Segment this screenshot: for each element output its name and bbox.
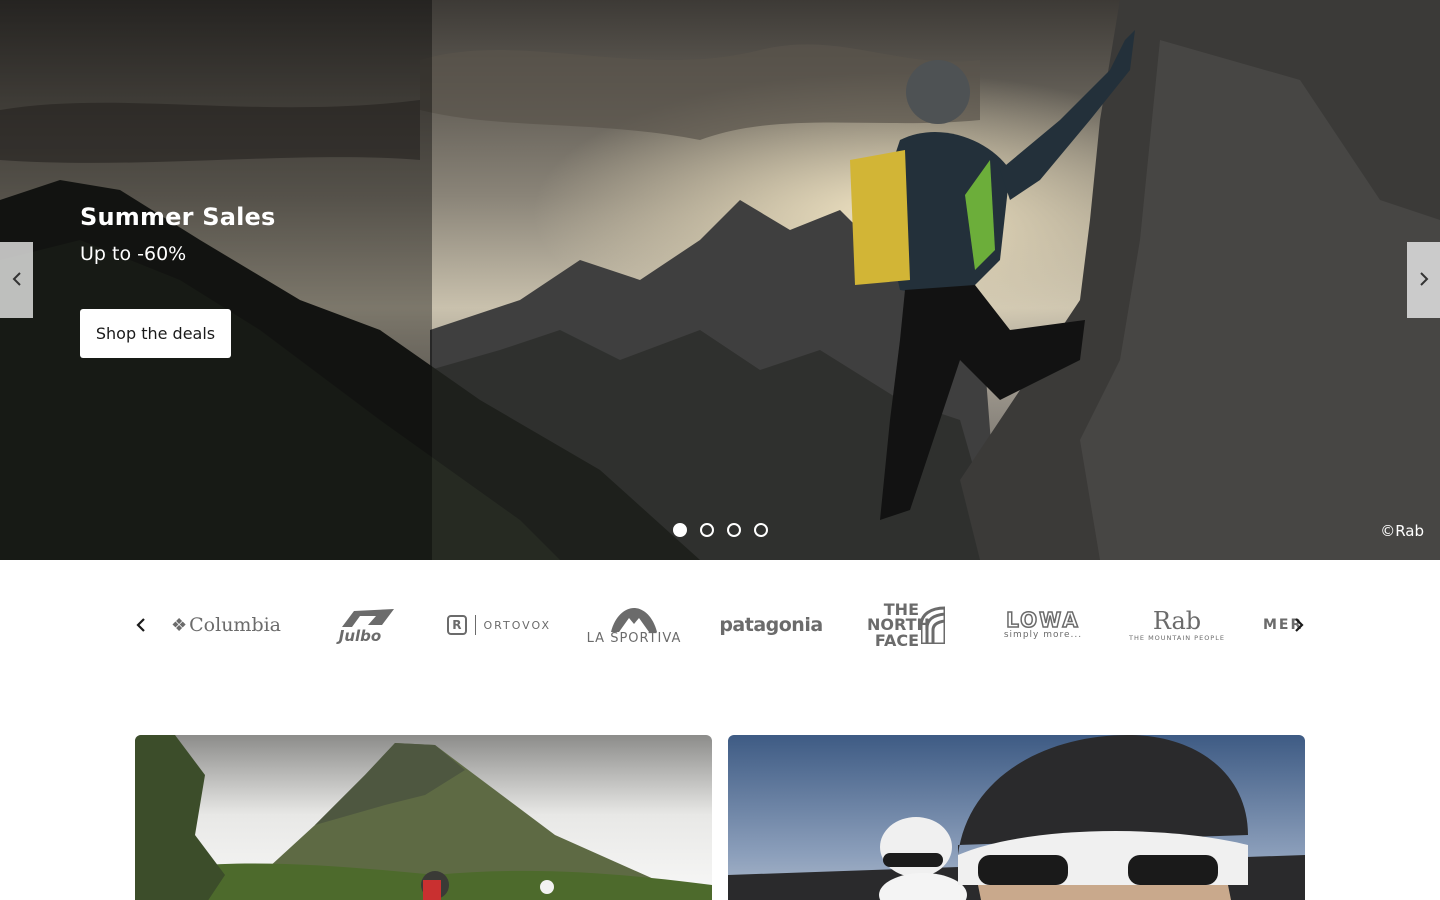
category-card-hiking[interactable] xyxy=(135,735,712,900)
ortovox-r-icon: R xyxy=(447,615,467,635)
hero-next-button[interactable] xyxy=(1407,242,1440,318)
brand-logo-columbia[interactable]: ❖ Columbia xyxy=(171,598,281,652)
brand-track: ❖ Columbia Julbo R ORTOVOX LA SPORTIVA p… xyxy=(171,590,1305,660)
brands-prev-button[interactable] xyxy=(131,612,151,640)
mountain-icon xyxy=(611,607,657,632)
hero-pagination xyxy=(673,523,768,537)
brands-next-button[interactable] xyxy=(1289,612,1309,640)
brand-logo-patagonia[interactable]: patagonia xyxy=(719,598,823,652)
slide-dot-2[interactable] xyxy=(700,523,714,537)
half-dome-icon xyxy=(921,606,945,644)
brand-logo-julbo[interactable]: Julbo xyxy=(319,598,401,652)
cycling-image xyxy=(728,735,1305,900)
hiking-image xyxy=(135,735,712,900)
brand-logo-lowa[interactable]: LOWA simply more... xyxy=(991,598,1095,652)
shop-deals-button[interactable]: Shop the deals xyxy=(80,309,231,358)
brand-carousel: ❖ Columbia Julbo R ORTOVOX LA SPORTIVA p… xyxy=(135,590,1305,660)
hero-banner: Summer Sales Up to -60% Shop the deals ©… xyxy=(0,0,1440,560)
category-card-cycling[interactable] xyxy=(728,735,1305,900)
slide-dot-1[interactable] xyxy=(673,523,687,537)
hero-prev-button[interactable] xyxy=(0,242,33,318)
brand-logo-the-north-face[interactable]: THE NORTH FACE xyxy=(861,598,951,652)
category-cards xyxy=(135,735,1305,900)
hero-text-overlay xyxy=(0,0,432,560)
brand-logo-rab[interactable]: Rab THE MOUNTAIN PEOPLE xyxy=(1127,598,1227,652)
hero-subtitle: Up to -60% xyxy=(80,243,187,265)
chevron-right-icon xyxy=(1293,617,1305,636)
slide-dot-4[interactable] xyxy=(754,523,768,537)
chevron-left-icon xyxy=(11,271,23,290)
brand-logo-ortovox[interactable]: R ORTOVOX xyxy=(447,598,551,652)
chevron-left-icon xyxy=(135,617,147,636)
slide-dot-3[interactable] xyxy=(727,523,741,537)
photo-credit: ©Rab xyxy=(1380,522,1424,540)
hero-title: Summer Sales xyxy=(80,203,276,231)
chevron-right-icon xyxy=(1418,271,1430,290)
julbo-swoosh-icon xyxy=(342,608,394,627)
brand-logo-la-sportiva[interactable]: LA SPORTIVA xyxy=(587,598,681,652)
columbia-diamond-icon: ❖ xyxy=(171,614,188,636)
